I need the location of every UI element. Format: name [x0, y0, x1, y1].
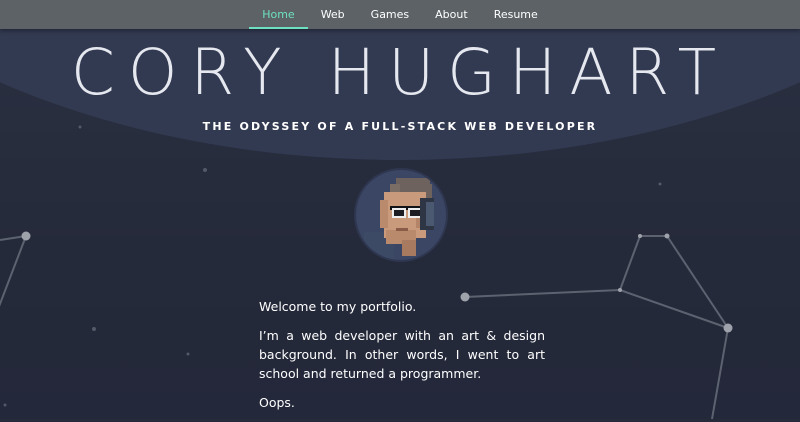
site-title: CORY HUGHART	[70, 36, 730, 109]
constellation-line	[711, 327, 729, 419]
star	[21, 231, 31, 241]
star	[3, 403, 7, 407]
constellation-line	[0, 235, 27, 307]
intro-text: Welcome to my portfolio. I’m a web devel…	[259, 297, 545, 422]
welcome-text: Welcome to my portfolio.	[259, 299, 417, 314]
star	[92, 327, 96, 331]
star	[638, 234, 642, 238]
constellation-line	[619, 289, 729, 329]
star	[658, 182, 662, 186]
pixel-art-portrait-icon	[364, 178, 434, 260]
top-nav: Home Web Games About Resume	[0, 0, 800, 29]
star	[664, 233, 670, 239]
star	[186, 352, 190, 356]
constellation-line	[619, 235, 641, 291]
nav-item-resume[interactable]: Resume	[481, 0, 551, 29]
constellation-line	[464, 289, 621, 298]
star	[723, 323, 733, 333]
oops-text: Oops.	[259, 395, 295, 410]
nav-item-web[interactable]: Web	[308, 0, 358, 29]
bio-text: I’m a web developer with an art & design…	[259, 328, 545, 381]
nav-item-home[interactable]: Home	[249, 0, 308, 29]
site-subtitle: THE ODYSSEY OF A FULL-STACK WEB DEVELOPE…	[202, 120, 598, 133]
constellation-line	[666, 235, 729, 329]
nav-item-games[interactable]: Games	[358, 0, 422, 29]
nav-item-about[interactable]: About	[422, 0, 481, 29]
avatar	[356, 170, 446, 260]
star	[203, 168, 207, 172]
star	[618, 288, 622, 292]
